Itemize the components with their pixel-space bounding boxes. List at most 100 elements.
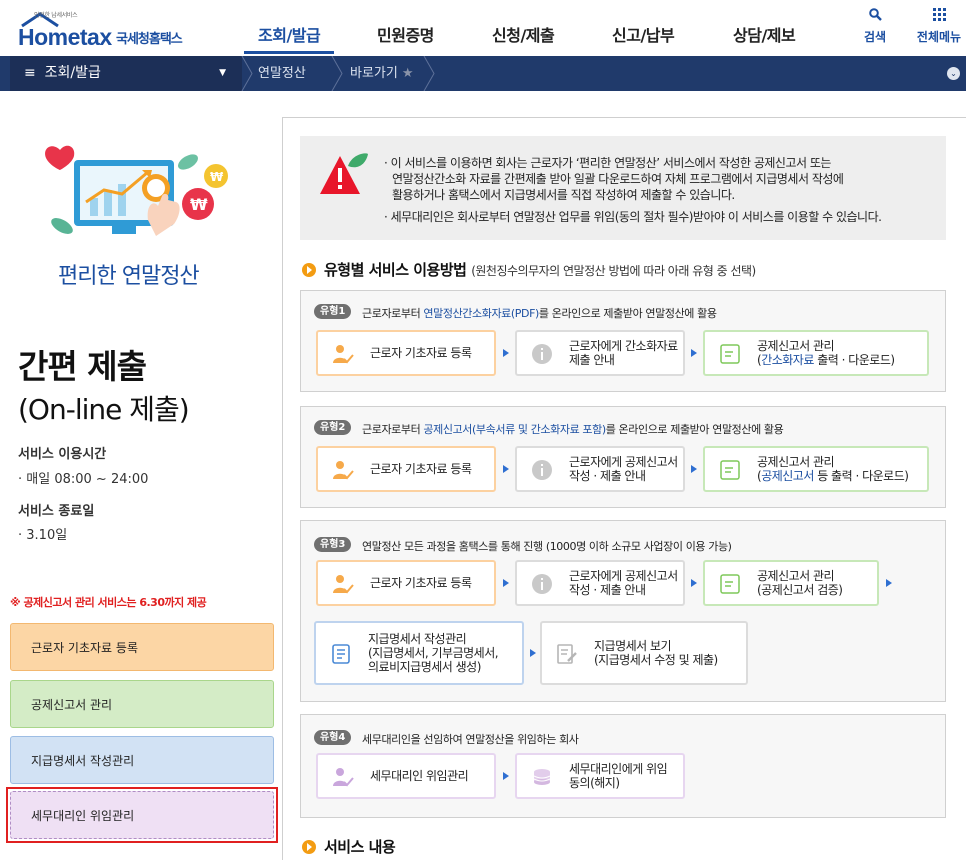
info-circle-icon: [532, 574, 552, 594]
type3-step-notify[interactable]: 근로자에게 공제신고서 작성 · 제출 안내: [515, 560, 685, 606]
expand-chevron-icon[interactable]: ⌄: [947, 67, 960, 80]
step-label: 근로자에게 공제신고서 작성 · 제출 안내: [569, 455, 678, 483]
deduction-notice: ※ 공제신고서 관리 서비스는 6.30까지 제공: [10, 596, 207, 609]
arrow-right-icon: [503, 465, 509, 473]
info-circle-icon: [532, 460, 552, 480]
section-service-content-heading: 서비스 내용: [302, 836, 396, 857]
type4-badge: 유형4: [314, 730, 352, 745]
breadcrumb-shortcut[interactable]: 바로가기 ★: [350, 56, 414, 91]
type2-step-deduction-manage[interactable]: 공제신고서 관리 (공제신고서 등 출력 · 다운로드): [703, 446, 929, 492]
arrow-right-icon: [691, 465, 697, 473]
step-label: 근로자 기초자료 등록: [370, 346, 472, 360]
document-icon: [720, 344, 740, 364]
global-header: 안전한 납세서비스 Hometax 국세청홈택스 조회/발급 민원증명 신청/제…: [0, 4, 966, 56]
hometax-logo[interactable]: 안전한 납세서비스 Hometax 국세청홈택스: [12, 10, 212, 50]
selection-highlight: [6, 787, 278, 843]
arrow-right-icon: [503, 772, 509, 780]
logo-text: Hometax: [18, 24, 112, 50]
search-label: 검색: [863, 30, 887, 44]
play-bullet-icon: [302, 840, 316, 854]
svg-text:₩: ₩: [210, 170, 224, 184]
type4-step-agent-manage[interactable]: 세무대리인 위임관리: [316, 753, 496, 799]
arrow-right-icon: [530, 649, 536, 657]
type1-step-notify[interactable]: 근로자에게 간소화자료 제출 안내: [515, 330, 685, 376]
arrow-right-icon: [503, 349, 509, 357]
service-title: 편리한 연말정산: [58, 264, 200, 289]
person-check-icon: [333, 575, 354, 594]
step-label: 근로자에게 간소화자료 제출 안내: [569, 339, 678, 367]
step-label: 세무대리인 위임관리: [370, 769, 469, 783]
info-line-4: · 세무대리인은 회사로부터 연말정산 업무를 위임(동의 절차 필수)받아야 …: [384, 210, 882, 224]
type2-desc: 근로자로부터 공제신고서(부속서류 및 간소화자료 포함)를 온라인으로 제출받…: [362, 423, 784, 436]
type1-step-deduction-manage[interactable]: 공제신고서 관리 (간소화자료 출력 · 다운로드): [703, 330, 929, 376]
type2-step-employee-data[interactable]: 근로자 기초자료 등록: [316, 446, 496, 492]
type4-desc: 세무대리인을 선임하여 연말정산을 위임하는 회사: [362, 733, 579, 746]
online-submit-heading: (On-line 제출): [18, 393, 190, 426]
type3-desc: 연말정산 모든 과정을 홈택스를 통해 진행 (1000명 이하 소규모 사업장…: [362, 540, 732, 553]
step-label: 공제신고서 관리 (공제신고서 등 출력 · 다운로드): [757, 455, 909, 483]
type1-step-employee-data[interactable]: 근로자 기초자료 등록: [316, 330, 496, 376]
step-label: 지급명세서 작성관리 (지급명세서, 기부금명세서, 의료비지급명세서 생성): [368, 632, 499, 674]
breadcrumb-separator-icon: [241, 56, 253, 91]
employee-basic-data-button[interactable]: 근로자 기초자료 등록: [10, 623, 274, 671]
step-label: 근로자에게 공제신고서 작성 · 제출 안내: [569, 569, 678, 597]
arrow-right-icon: [691, 579, 697, 587]
service-end-label: 서비스 종료일: [18, 504, 95, 519]
gnb-civil-certificate[interactable]: 민원증명: [377, 22, 434, 46]
type1-desc: 근로자로부터 연말정산간소화자료(PDF)를 온라인으로 제출받아 연말정산에 …: [362, 307, 717, 320]
gnb-apply-submit[interactable]: 신청/제출: [492, 22, 555, 46]
all-menu-label: 전체메뉴: [916, 30, 962, 44]
arrow-right-icon: [691, 349, 697, 357]
step-label: 근로자 기초자료 등록: [370, 462, 472, 476]
all-menu-button[interactable]: 전체메뉴: [912, 8, 966, 45]
arrow-right-icon: [503, 579, 509, 587]
breadcrumb-separator-icon: [423, 56, 435, 91]
service-hours-label: 서비스 이용시간: [18, 447, 107, 462]
type4-step-agent-consent[interactable]: 세무대리인에게 위임 동의(해지): [515, 753, 685, 799]
dropdown-triangle-icon: ▼: [219, 68, 226, 78]
year-end-illustration: ₩ ₩: [38, 140, 238, 250]
service-hours-value: · 매일 08:00 ~ 24:00: [18, 472, 149, 487]
info-circle-icon: [532, 344, 552, 364]
payment-statement-button[interactable]: 지급명세서 작성관리: [10, 736, 274, 784]
document-icon: [720, 460, 740, 480]
gnb-consult-report[interactable]: 상담/제보: [733, 22, 796, 46]
step-label: 세무대리인에게 위임 동의(해지): [569, 762, 668, 790]
hamburger-icon: ≡: [24, 65, 36, 81]
gnb-inquiry-issue[interactable]: 조회/발급: [258, 22, 321, 46]
step-label: 공제신고서 관리 (간소화자료 출력 · 다운로드): [757, 339, 895, 367]
search-button[interactable]: 검색: [850, 8, 900, 45]
service-end-value: · 3.10일: [18, 528, 68, 543]
grid-menu-icon: [912, 8, 966, 28]
type3-step-statement-view[interactable]: 지급명세서 보기 (지급명세서 수정 및 제출): [540, 621, 748, 685]
easy-submit-heading: 간편 제출: [18, 347, 147, 386]
document-icon: [720, 574, 740, 594]
info-line-1: · 이 서비스를 이용하면 회사는 근로자가 ‘편리한 연말정산’ 서비스에서 …: [384, 156, 831, 170]
category-title: 조회/발급: [44, 65, 101, 81]
gnb-active-underline: [244, 51, 334, 54]
document-edit-icon: [557, 644, 577, 664]
breadcrumb-year-end[interactable]: 연말정산: [258, 56, 306, 91]
type3-step-deduction-verify[interactable]: 공제신고서 관리 (공제신고서 검증): [703, 560, 879, 606]
gnb-report-pay[interactable]: 신고/납부: [612, 22, 675, 46]
step-label: 근로자 기초자료 등록: [370, 576, 472, 590]
deduction-report-button[interactable]: 공제신고서 관리: [10, 680, 274, 728]
warning-icon: [318, 152, 370, 202]
step-label: 지급명세서 보기 (지급명세서 수정 및 제출): [594, 639, 718, 667]
search-icon: [850, 8, 900, 28]
logo-slogan: 안전한 납세서비스: [34, 12, 78, 19]
type3-step-employee-data[interactable]: 근로자 기초자료 등록: [316, 560, 496, 606]
category-dropdown[interactable]: ≡ 조회/발급 ▼: [10, 56, 242, 91]
type3-step-statement-manage[interactable]: 지급명세서 작성관리 (지급명세서, 기부금명세서, 의료비지급명세서 생성): [314, 621, 524, 685]
sub-navigation-bar: ≡ 조회/발급 ▼ 연말정산 바로가기 ★ ⌄: [0, 56, 966, 91]
list-document-icon: [332, 644, 350, 664]
person-check-icon: [333, 461, 354, 480]
coin-stack-icon: [533, 769, 551, 785]
info-line-3: 활용하거나 홈택스에서 지급명세서를 직접 작성하여 제출할 수 있습니다.: [392, 188, 735, 202]
info-line-2: 연말정산간소화 자료를 간편제출 받아 일괄 다운로드하여 자체 프로그램에서 …: [392, 172, 844, 186]
play-bullet-icon: [302, 263, 316, 277]
usage-title: 유형별 서비스 이용방법: [324, 261, 467, 279]
step-label: 공제신고서 관리 (공제신고서 검증): [757, 569, 843, 597]
type2-badge: 유형2: [314, 420, 352, 435]
type2-step-notify[interactable]: 근로자에게 공제신고서 작성 · 제출 안내: [515, 446, 685, 492]
